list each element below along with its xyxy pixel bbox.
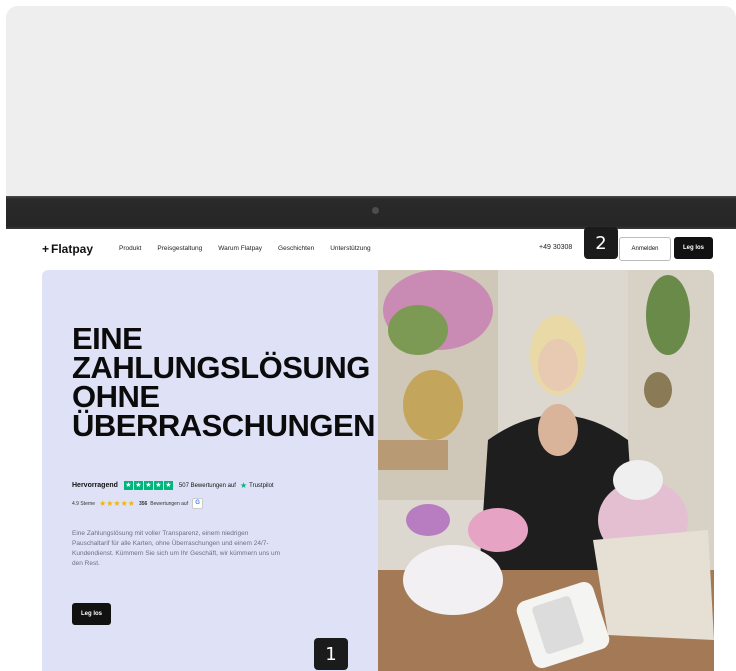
plus-sparkle-icon: + [42, 242, 50, 256]
camera-icon [372, 207, 379, 214]
google-reviews-text: Bewertungen auf [150, 500, 189, 507]
trustpilot-brand: Trustpilot [249, 482, 274, 489]
hero-description: Eine Zahlungslösung mit voller Transpare… [72, 530, 281, 567]
phone-number[interactable]: +49 30308 [539, 244, 572, 251]
trustpilot-stars: ★ ★ ★ ★ ★ [123, 481, 174, 490]
google-reviews-count: 356 [138, 500, 148, 507]
flatpay-logo[interactable]: + Flatpay [42, 242, 93, 256]
star-icon: ★ [163, 481, 173, 490]
trustpilot-star-icon: ★ [239, 481, 248, 490]
step-marker-2: 2 [584, 227, 618, 259]
nav-item-produkt[interactable]: Produkt [119, 245, 141, 252]
trustpilot-label: Hervorragend [72, 482, 118, 489]
logo-text: Flatpay [51, 242, 94, 256]
hero-text-panel: EINE ZAHLUNGSLÖSUNG OHNE ÜBERRASCHUNGEN … [42, 270, 378, 671]
hero-image [378, 270, 714, 671]
browser-top-area [6, 6, 736, 196]
google-stars: ★★★★★ [99, 499, 135, 508]
step-marker-1: 1 [314, 638, 348, 670]
headline-line: OHNE [72, 379, 160, 414]
headline-line: ÜBERRASCHUNGEN [72, 408, 376, 443]
nav-item-unterstuetzung[interactable]: Unterstützung [330, 245, 370, 252]
nav-item-preisgestaltung[interactable]: Preisgestaltung [157, 245, 202, 252]
google-rating[interactable]: 4.9 Sterne ★★★★★ 356 Bewertungen auf G [72, 498, 204, 509]
website: + Flatpay Produkt Preisgestaltung Warum F… [0, 229, 736, 671]
google-icon: G [192, 498, 204, 509]
hero-cta-button[interactable]: Leg los [72, 603, 111, 625]
main-menu: Produkt Preisgestaltung Warum Flatpay Ge… [119, 245, 387, 252]
trustpilot-rating[interactable]: Hervorragend ★ ★ ★ ★ ★ 507 Bewertungen a… [72, 481, 274, 490]
star-icon: ★ [133, 481, 143, 490]
google-rating-label: 4.9 Sterne [72, 500, 96, 507]
star-icon: ★ [123, 481, 133, 490]
login-button[interactable]: Anmelden [619, 237, 671, 261]
star-icon: ★ [153, 481, 163, 490]
headline-line: EINE [72, 321, 143, 356]
hero-headline: EINE ZAHLUNGSLÖSUNG OHNE ÜBERRASCHUNGEN [72, 321, 376, 443]
top-nav: + Flatpay Produkt Preisgestaltung Warum F… [0, 229, 736, 269]
trustpilot-reviews: 507 Bewertungen auf [178, 482, 236, 489]
star-icon: ★ [143, 481, 153, 490]
nav-item-warum-flatpay[interactable]: Warum Flatpay [218, 245, 262, 252]
get-started-button[interactable]: Leg los [674, 237, 713, 259]
device-bezel [6, 196, 736, 229]
florist-photo [378, 270, 714, 671]
headline-line: ZAHLUNGSLÖSUNG [72, 350, 370, 385]
nav-item-geschichten[interactable]: Geschichten [278, 245, 314, 252]
